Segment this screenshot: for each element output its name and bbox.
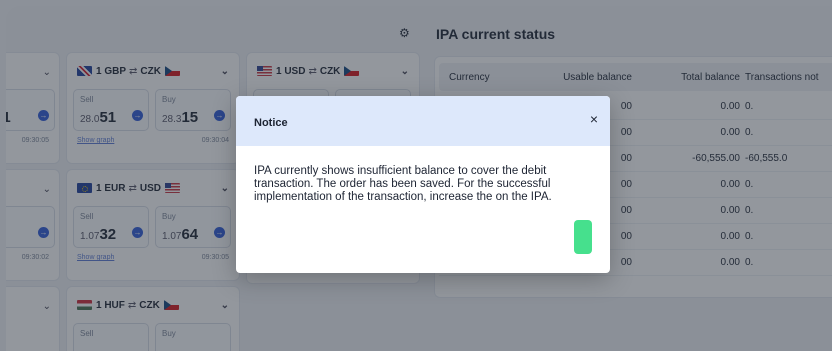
dialog-title: Notice <box>254 117 288 129</box>
confirm-button[interactable] <box>574 220 592 254</box>
dialog-header: Notice × <box>236 96 610 146</box>
close-icon[interactable]: × <box>590 112 598 126</box>
notice-dialog: Notice × IPA currently shows insufficien… <box>236 96 610 273</box>
dialog-message: IPA currently shows insufficient balance… <box>254 165 552 203</box>
